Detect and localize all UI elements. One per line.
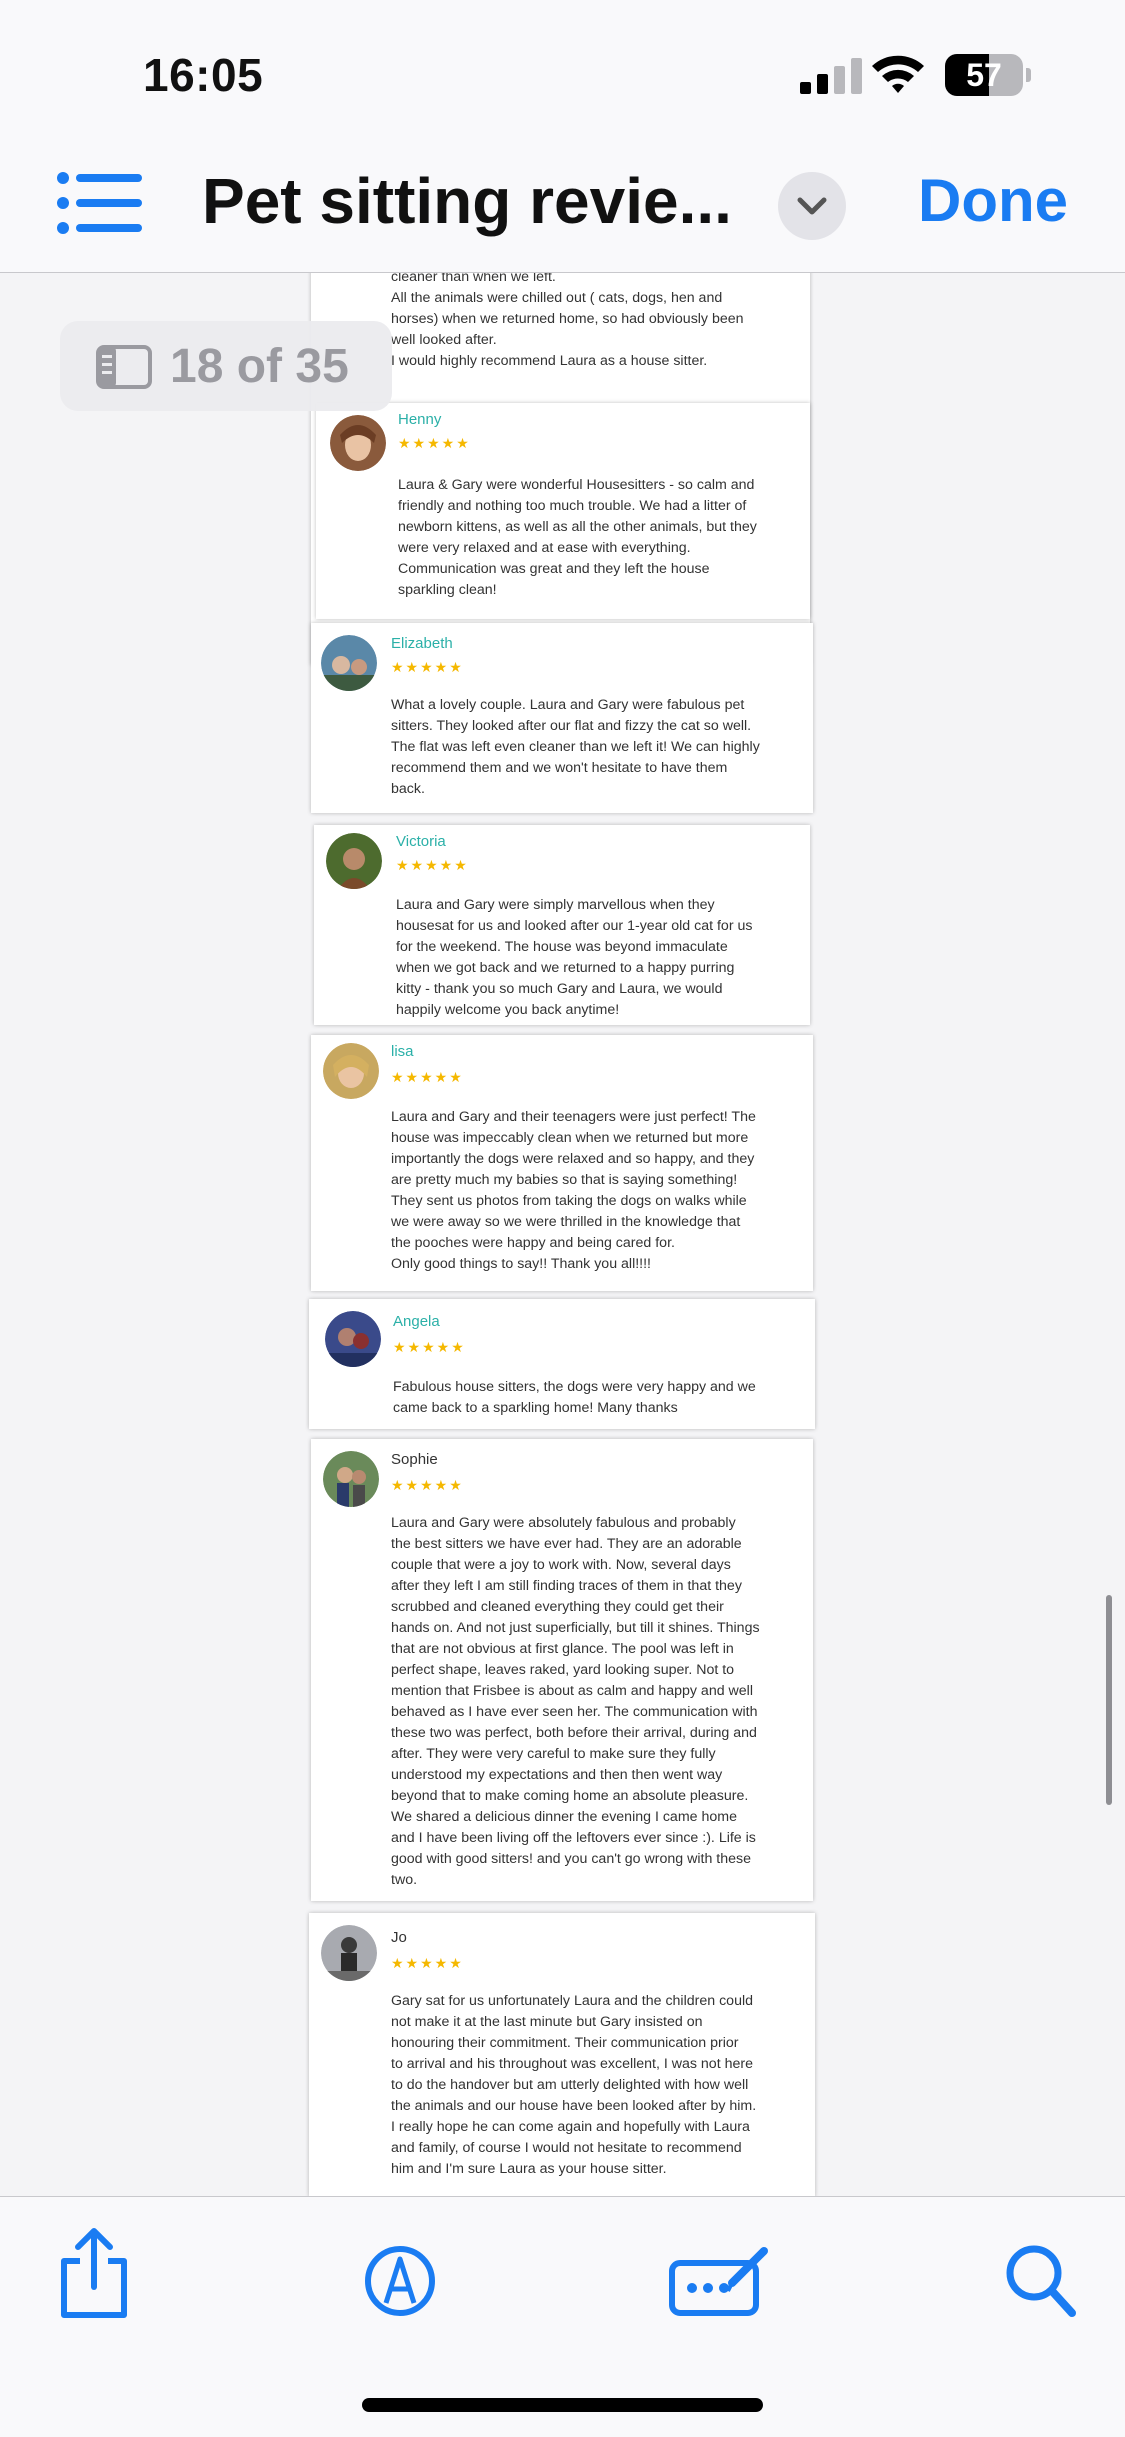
wifi-icon (872, 55, 924, 93)
search-icon[interactable] (1004, 2243, 1076, 2319)
reviewer-avatar (321, 635, 377, 691)
home-indicator[interactable] (362, 2398, 763, 2412)
chevron-down-icon (797, 197, 827, 215)
status-time: 16:05 (143, 49, 264, 101)
done-button[interactable]: Done (918, 166, 1068, 235)
title-menu-button[interactable] (778, 172, 846, 240)
navigation-bar: Pet sitting revie... Done (0, 140, 1125, 273)
reviewer-name: Henny (398, 411, 442, 428)
review-text: Fabulous house sitters, the dogs were ve… (393, 1379, 756, 1416)
reviewer-name: Jo (391, 1929, 407, 1946)
rating-stars: ★★★★★ (398, 435, 471, 451)
rating-stars: ★★★★★ (391, 1477, 464, 1493)
page-indicator: 18 of 35 (60, 321, 392, 411)
review-text: Laura and Gary and their teenagers were … (391, 1109, 756, 1272)
review-text: Laura and Gary were absolutely fabulous … (391, 1515, 760, 1888)
cellular-signal-icon (800, 58, 862, 94)
reviewer-name: lisa (391, 1043, 414, 1060)
rating-stars: ★★★★★ (393, 1339, 466, 1355)
review-text: What a lovely couple. Laura and Gary wer… (391, 697, 760, 797)
review-card: Elizabeth ★★★★★ What a lovely couple. La… (311, 623, 813, 813)
review-text: Laura & Gary were wonderful Housesitters… (398, 477, 757, 598)
document-title[interactable]: Pet sitting revie... (202, 164, 732, 238)
review-text: Laura and Gary were simply marvellous wh… (396, 897, 753, 1018)
rating-stars: ★★★★★ (391, 1955, 464, 1971)
reviewer-avatar (323, 1451, 379, 1507)
sidebar-icon (96, 345, 152, 389)
review-card: Henny ★★★★★ Laura & Gary were wonderful … (316, 403, 810, 619)
rating-stars: ★★★★★ (391, 659, 464, 675)
review-card: Sophie ★★★★★ Laura and Gary were absolut… (311, 1439, 813, 1901)
review-card: lisa ★★★★★ Laura and Gary and their teen… (311, 1035, 813, 1291)
reviewer-name: Victoria (396, 833, 446, 850)
review-card: Jo ★★★★★ Gary sat for us unfortunately L… (309, 1913, 815, 2196)
reviewer-avatar (326, 833, 382, 889)
battery-indicator: 57 (945, 54, 1031, 96)
review-card: Victoria ★★★★★ Laura and Gary were simpl… (314, 825, 810, 1025)
table-of-contents-icon[interactable] (56, 170, 142, 236)
share-icon[interactable] (56, 2227, 132, 2319)
reviewer-avatar (325, 1311, 381, 1367)
form-fill-icon[interactable] (668, 2241, 772, 2317)
page-indicator-text: 18 of 35 (170, 340, 349, 393)
reviewer-name: Elizabeth (391, 635, 453, 652)
reviewer-name: Angela (393, 1313, 440, 1330)
reviewer-avatar (321, 1925, 377, 1981)
reviewer-avatar (323, 1043, 379, 1099)
status-bar: 16:05 57 (0, 0, 1125, 140)
reviewer-avatar (330, 415, 386, 471)
review-text: cleaner than when we left. All the anima… (391, 273, 744, 369)
rating-stars: ★★★★★ (396, 857, 469, 873)
review-card: Angela ★★★★★ Fabulous house sitters, the… (309, 1299, 815, 1429)
battery-percent: 57 (966, 57, 1002, 93)
review-text: Gary sat for us unfortunately Laura and … (391, 1993, 757, 2177)
vertical-scrollbar[interactable] (1106, 1595, 1112, 1805)
reviewer-name: Sophie (391, 1451, 438, 1468)
markup-icon[interactable] (364, 2245, 436, 2317)
document-view[interactable]: 18 of 35 cleaner than when we left. All … (0, 273, 1125, 2196)
rating-stars: ★★★★★ (391, 1069, 464, 1085)
